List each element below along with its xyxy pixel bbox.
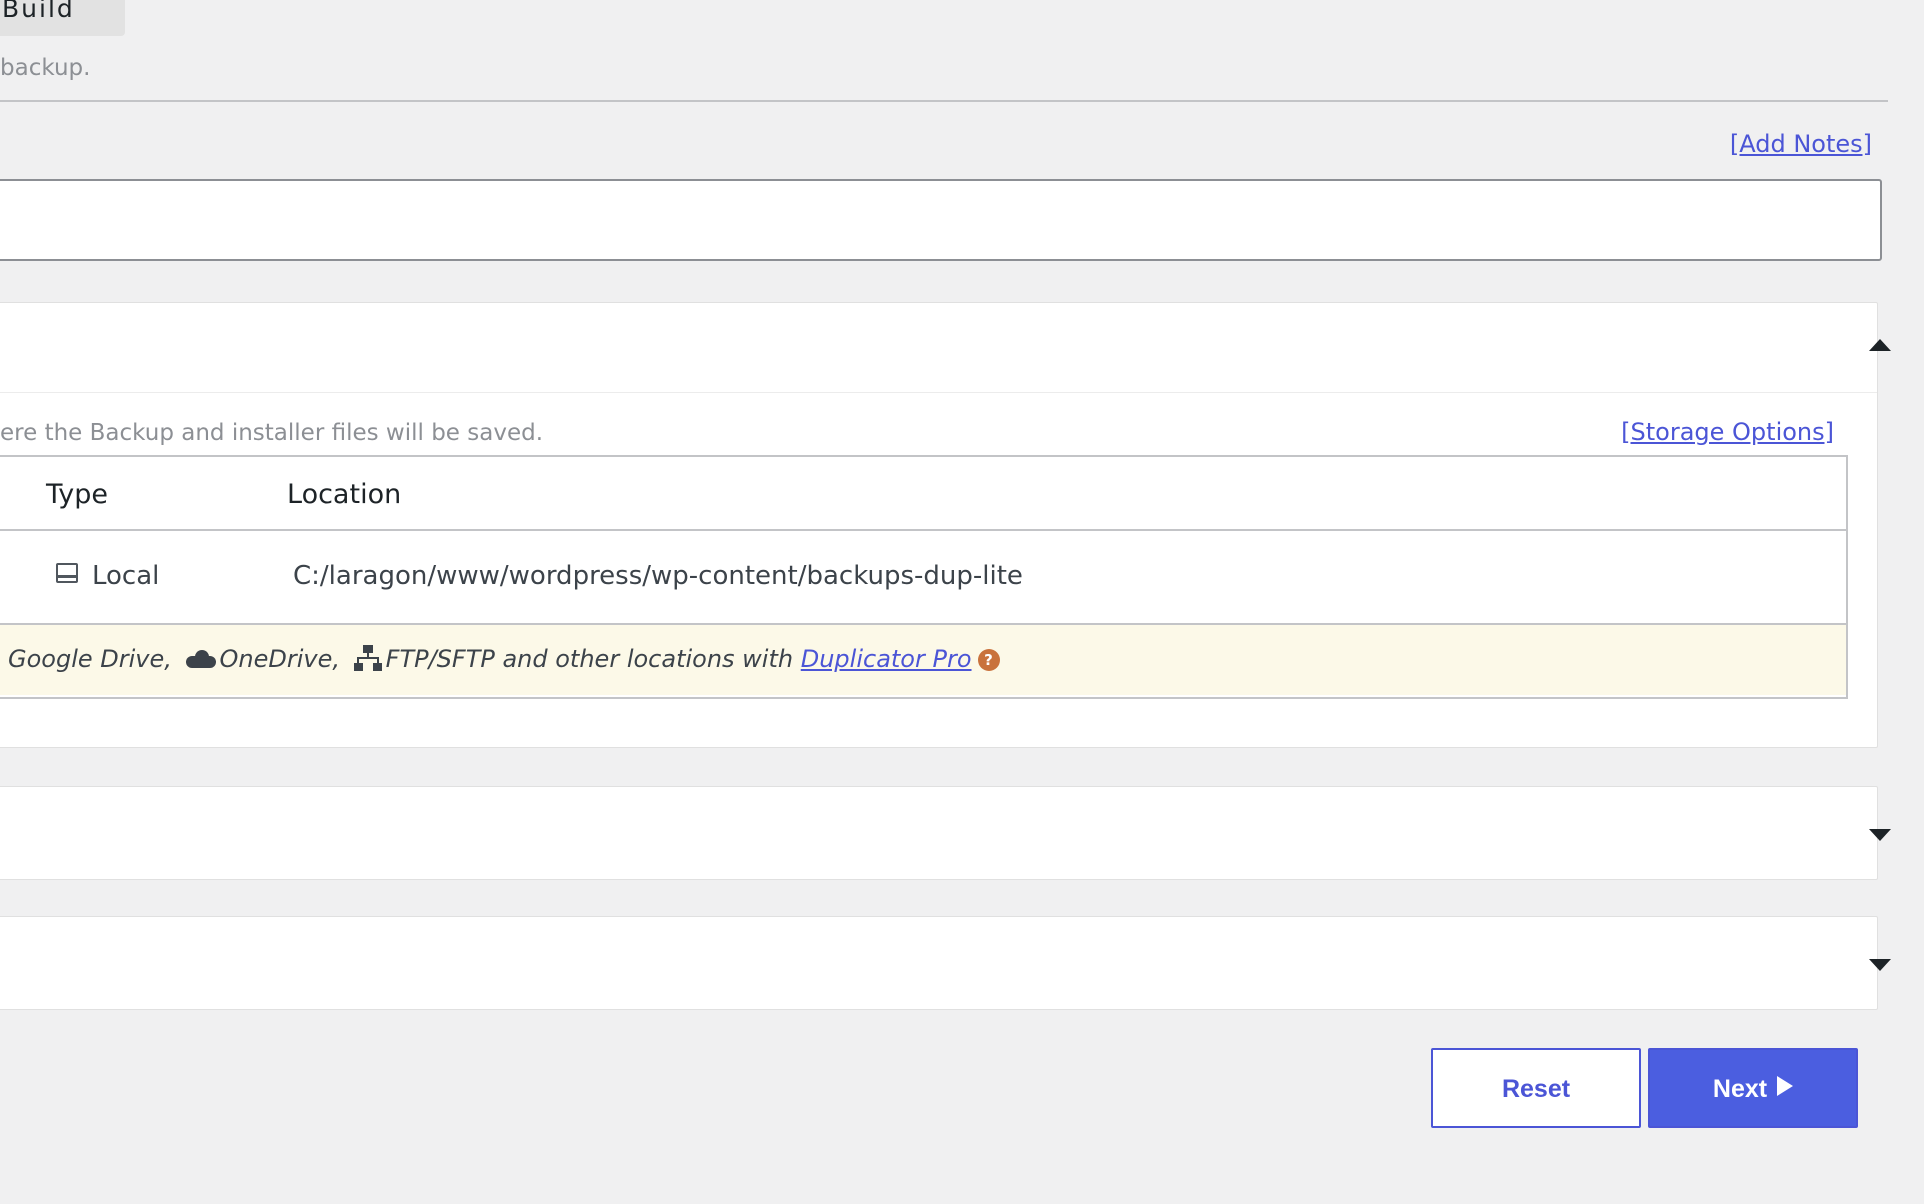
play-icon xyxy=(1777,1076,1794,1096)
page-subtitle: backup. xyxy=(0,55,91,81)
storage-options-wrap: [Storage Options] xyxy=(1621,418,1834,446)
next-button-label: Next xyxy=(1712,1075,1768,1103)
storage-table: Type Location Local C:/laragon/www/wordp… xyxy=(0,455,1848,699)
add-notes-link[interactable]: [Add Notes] xyxy=(1730,130,1872,158)
collapsed-panel-2[interactable] xyxy=(0,916,1878,1010)
next-button[interactable]: Next xyxy=(1648,1048,1858,1128)
network-icon xyxy=(353,645,382,671)
step-tab-label: Build xyxy=(2,0,75,23)
column-header-type: Type xyxy=(46,479,109,510)
header-divider xyxy=(0,100,1888,102)
table-row: Local C:/laragon/www/wordpress/wp-conten… xyxy=(0,531,1846,625)
promo-text-google-drive: Google Drive, xyxy=(8,645,172,673)
column-header-location: Location xyxy=(287,479,402,510)
storage-options-link[interactable]: [Storage Options] xyxy=(1621,418,1834,446)
expand-panel-1-icon[interactable] xyxy=(1869,829,1891,841)
collapsed-panel-1[interactable] xyxy=(0,786,1878,880)
promo-text-onedrive: OneDrive, xyxy=(219,645,340,673)
step-tab-build[interactable]: Build xyxy=(0,0,125,36)
panel-header-divider xyxy=(0,392,1877,393)
notes-input[interactable] xyxy=(0,179,1882,261)
add-notes-link-wrap: [Add Notes] xyxy=(1730,130,1872,158)
help-icon[interactable]: ? xyxy=(977,649,1000,671)
table-header-row: Type Location xyxy=(0,457,1846,531)
reset-button[interactable]: Reset xyxy=(1431,1048,1641,1128)
storage-location-value: C:/laragon/www/wordpress/wp-content/back… xyxy=(293,561,1023,591)
expand-panel-2-icon[interactable] xyxy=(1869,959,1891,971)
pro-promo-row: Google Drive, OneDrive, FTP/SFTP and oth… xyxy=(0,625,1846,695)
reset-button-label: Reset xyxy=(1501,1075,1571,1103)
storage-type-value: Local xyxy=(92,561,160,591)
drive-icon xyxy=(56,563,78,583)
pro-promo-text: Google Drive, OneDrive, FTP/SFTP and oth… xyxy=(8,645,1000,673)
storage-description: ere the Backup and installer files will … xyxy=(0,420,544,446)
promo-text-ftp: FTP/SFTP and other locations with xyxy=(385,645,794,673)
collapse-storage-icon[interactable] xyxy=(1869,339,1891,351)
cloud-icon xyxy=(185,650,216,668)
duplicator-pro-link[interactable]: Duplicator Pro xyxy=(801,645,972,673)
